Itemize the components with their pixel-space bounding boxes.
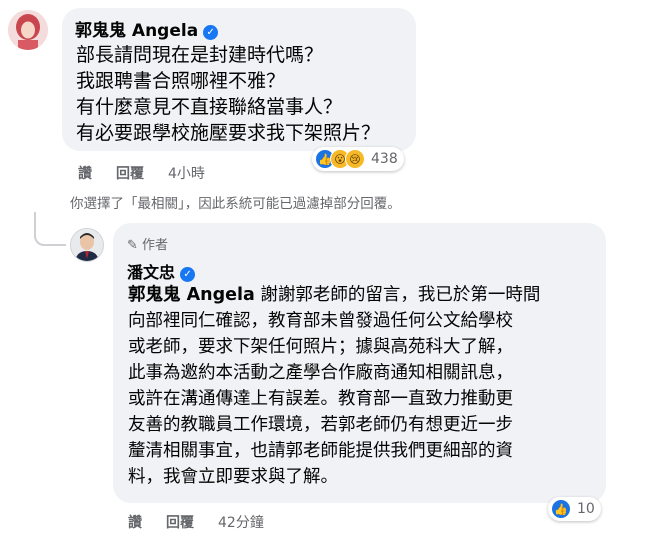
reply-author-name[interactable]: 潘文忠 xyxy=(127,263,175,282)
comment-text-line: 有什麼意見不直接聯絡當事人？ xyxy=(76,96,343,118)
author-badge-label: 作者 xyxy=(142,238,169,253)
author-badge: ✎ 作者 xyxy=(127,234,168,253)
timestamp[interactable]: 42分鐘 xyxy=(218,515,264,531)
comment-text-line: 我跟聘書合照哪裡不雅？ xyxy=(76,70,286,92)
reply-text-segment: 謝謝郭老師的留言，我已於第一時間 xyxy=(254,285,541,305)
comment-text-line: 有必要跟學校施壓要求我下架照片？ xyxy=(76,122,381,144)
reply-text-line: 或許在溝通傳達上有誤差。教育部一直致力推動更 xyxy=(128,389,513,409)
reply-text-line: 友善的教職員工作環境，若郭老師仍有想更近一步 xyxy=(128,415,513,435)
comment-text-line: 部長請問現在是封建時代嗎？ xyxy=(76,44,324,66)
comment-actions: 讚 回覆 4小時 xyxy=(78,163,229,183)
reply-text-line: 或老師，要求下架任何照片；據與高苑科大了解， xyxy=(128,337,513,357)
reply-text-line: 釐清相關事宜，也請郭老師能提供我們更細部的資 xyxy=(128,441,513,461)
reply-button[interactable]: 回覆 xyxy=(116,166,144,182)
reply-text-line: 此事為邀約本活動之產學合作廠商通知相關訊息， xyxy=(128,363,513,383)
reply-text-line: 料，我會立即要求與了解。 xyxy=(128,467,338,487)
reaction-summary[interactable]: 👍 😮 😢 438 xyxy=(312,147,404,171)
avatar[interactable] xyxy=(70,228,104,262)
reply-text-line: 向部裡同仁確認，教育部未曾發過任何公文給學校 xyxy=(128,311,513,331)
sad-icon: 😢 xyxy=(345,149,365,169)
like-button[interactable]: 讚 xyxy=(78,166,92,182)
comment-author[interactable]: 郭鬼鬼 Angela ✓ xyxy=(75,16,219,41)
pencil-icon: ✎ xyxy=(127,238,138,253)
mention-link[interactable]: 郭鬼鬼 Angela xyxy=(128,285,255,305)
like-button[interactable]: 讚 xyxy=(128,515,142,531)
reaction-count: 10 xyxy=(577,501,595,517)
filter-notice: 你選擇了「最相關」，因此系統可能已過濾掉部分回覆。 xyxy=(70,196,401,212)
avatar[interactable] xyxy=(8,10,48,50)
reaction-summary[interactable]: 👍 10 xyxy=(548,497,601,521)
like-icon: 👍 xyxy=(551,499,571,519)
reply-button[interactable]: 回覆 xyxy=(166,515,194,531)
reaction-count: 438 xyxy=(371,151,398,167)
timestamp[interactable]: 4小時 xyxy=(168,166,205,182)
verified-badge-icon: ✓ xyxy=(180,267,196,282)
reply-author[interactable]: 潘文忠 ✓ xyxy=(127,259,196,283)
verified-badge-icon: ✓ xyxy=(203,25,219,40)
comment-author-name[interactable]: 郭鬼鬼 Angela xyxy=(75,21,198,41)
thread-connector xyxy=(34,212,66,246)
reply-actions: 讚 回覆 42分鐘 xyxy=(128,512,288,532)
reply-text-line: 郭鬼鬼 Angela 謝謝郭老師的留言，我已於第一時間 xyxy=(128,282,540,308)
